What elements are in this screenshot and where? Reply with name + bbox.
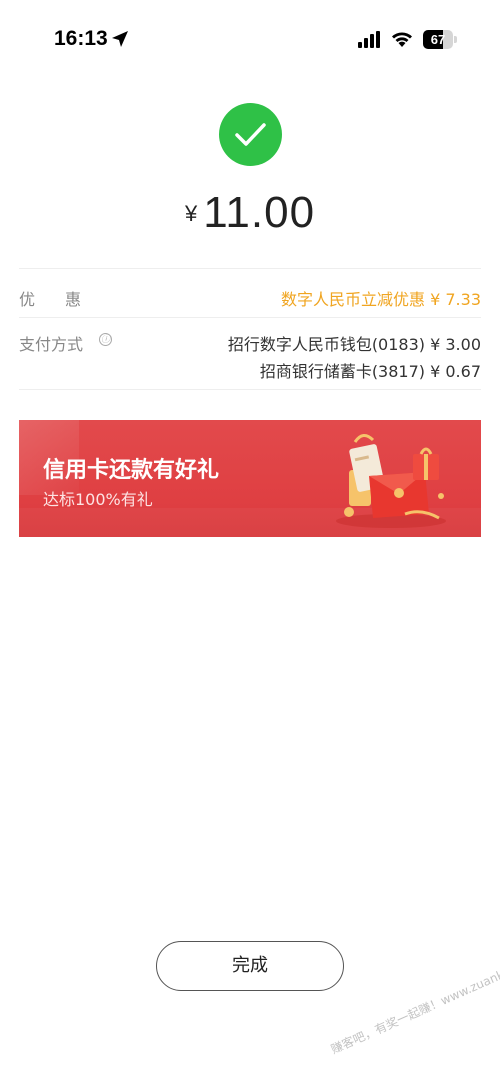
promo-banner[interactable]: 信用卡还款有好礼 达标100%有礼 (19, 420, 481, 537)
location-arrow-icon (112, 31, 128, 47)
divider (19, 389, 481, 390)
gift-envelope-icon (336, 434, 446, 528)
watermark: 赚客吧，有奖一起赚！www.zuanke8.com (328, 949, 500, 1057)
info-icon[interactable]: ⓘ (99, 333, 112, 346)
battery-indicator: 67 (423, 30, 457, 49)
payment-method-line-1: 招行数字人民币钱包(0183) ¥ 3.00 (227, 335, 481, 354)
banner-title: 信用卡还款有好礼 (43, 458, 220, 483)
battery-level: 67 (430, 32, 446, 47)
wifi-icon (392, 32, 412, 47)
payment-amount: ¥11.00 (0, 188, 500, 238)
banner-subtitle: 达标100%有礼 (43, 490, 153, 509)
check-icon (219, 103, 282, 166)
status-bar: 16:13 67 (0, 0, 500, 80)
status-time: 16:13 (54, 27, 108, 50)
payment-method-line-2: 招商银行储蓄卡(3817) ¥ 0.67 (259, 362, 481, 381)
currency-symbol: ¥ (184, 201, 198, 226)
payment-method-label: 支付方式 (19, 335, 84, 354)
divider (19, 268, 481, 269)
cellular-signal-icon (358, 31, 380, 48)
payment-success-page: 16:13 67 ¥11.00 优惠 数字人民币立减优惠 ¥ 7.33 支付方式… (0, 0, 500, 1088)
discount-label: 优惠 (19, 290, 112, 309)
done-button[interactable]: 完成 (156, 941, 344, 991)
divider (19, 317, 481, 318)
discount-value: 数字人民币立减优惠 ¥ 7.33 (281, 290, 481, 309)
amount-value: 11.00 (203, 188, 316, 237)
